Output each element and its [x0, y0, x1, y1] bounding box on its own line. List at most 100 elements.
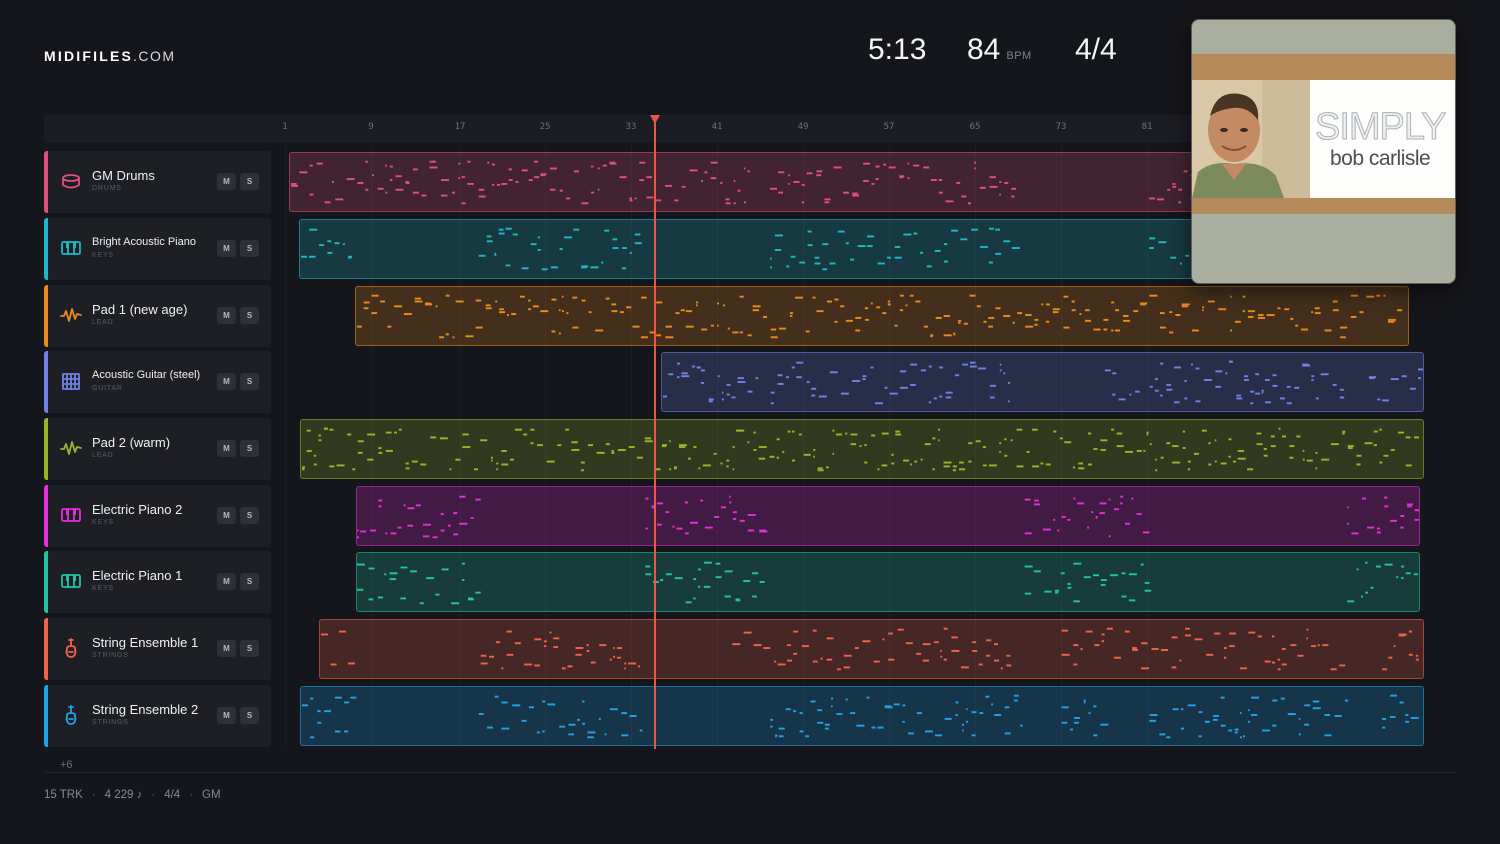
separator-dot: ·: [189, 789, 194, 801]
track-header-7[interactable]: Electric Piano 1 KEYS M S: [44, 551, 271, 613]
midi-clip[interactable]: [300, 686, 1424, 746]
grid-line: [285, 143, 286, 748]
track-category: KEYS: [92, 252, 114, 259]
midi-clip[interactable]: [300, 419, 1424, 479]
violin-icon: [60, 637, 82, 659]
track-header-4[interactable]: Acoustic Guitar (steel) GUITAR M S: [44, 351, 271, 413]
note-pattern: [357, 495, 1419, 539]
track-header-2[interactable]: Bright Acoustic Piano KEYS M S: [44, 218, 271, 280]
track-header-9[interactable]: String Ensemble 2 STRINGS M S: [44, 685, 271, 747]
solo-button[interactable]: S: [240, 373, 259, 390]
solo-button[interactable]: S: [240, 307, 259, 324]
ruler-tick: 9: [368, 122, 374, 132]
midi-clip[interactable]: [319, 619, 1424, 679]
track-header-1[interactable]: GM Drums DRUMS M S: [44, 151, 271, 213]
track-color-bar: [44, 218, 48, 280]
midi-clip[interactable]: [355, 286, 1409, 346]
track-color-bar: [44, 418, 48, 480]
solo-button[interactable]: S: [240, 173, 259, 190]
mute-button[interactable]: M: [217, 640, 236, 657]
track-color-bar: [44, 485, 48, 547]
track-color-bar: [44, 551, 48, 613]
note-count: 4 229 ♪: [104, 789, 143, 801]
ruler-tick: 25: [539, 122, 551, 132]
bpm-display: 84 BPM: [967, 33, 1032, 67]
time-signature-display: 4/4: [1075, 33, 1117, 66]
mute-button[interactable]: M: [217, 507, 236, 524]
track-category: LEAD: [92, 319, 114, 326]
track-name: Bright Acoustic Piano: [92, 236, 196, 248]
ruler-tick: 73: [1055, 122, 1067, 132]
cover-stripe-top: [1192, 54, 1455, 80]
footer-summary: 15 TRK · 4 229 ♪ · 4/4 · GM: [44, 789, 221, 801]
note-pattern: [662, 360, 1423, 405]
track-name: Electric Piano 2: [92, 502, 183, 517]
brand-suffix: .COM: [133, 48, 176, 64]
midi-clip[interactable]: [356, 552, 1420, 612]
track-category: KEYS: [92, 585, 114, 592]
separator-dot: ·: [151, 789, 156, 801]
time-display: 5:13: [868, 33, 927, 66]
track-name: String Ensemble 1: [92, 635, 199, 650]
track-name: Electric Piano 1: [92, 568, 183, 583]
track-name: String Ensemble 2: [92, 702, 199, 717]
solo-button[interactable]: S: [240, 240, 259, 257]
note-pattern: [320, 627, 1419, 671]
album-title-panel: SIMPLY bob carlisle: [1310, 80, 1455, 198]
ruler-tick: 81: [1141, 122, 1153, 132]
guitar-icon: [60, 370, 82, 392]
ruler-tick: 33: [625, 122, 637, 132]
track-header-5[interactable]: Pad 2 (warm) LEAD M S: [44, 418, 271, 480]
solo-button[interactable]: S: [240, 440, 259, 457]
bpm-value: 84: [967, 33, 1001, 66]
piano-icon: [60, 237, 82, 259]
track-color-bar: [44, 685, 48, 747]
album-cover: SIMPLY bob carlisle: [1191, 19, 1456, 284]
track-header-6[interactable]: Electric Piano 2 KEYS M S: [44, 485, 271, 547]
note-pattern: [290, 160, 1239, 205]
mute-button[interactable]: M: [217, 307, 236, 324]
midi-clip[interactable]: [289, 152, 1240, 212]
track-header-8[interactable]: String Ensemble 1 STRINGS M S: [44, 618, 271, 680]
mute-button[interactable]: M: [217, 573, 236, 590]
footer-signature: 4/4: [164, 789, 181, 801]
piano-icon: [60, 570, 82, 592]
track-color-bar: [44, 285, 48, 347]
track-category: DRUMS: [92, 185, 122, 192]
violin-icon: [60, 704, 82, 726]
ruler-tick: 41: [711, 122, 723, 132]
mute-button[interactable]: M: [217, 373, 236, 390]
mute-button[interactable]: M: [217, 173, 236, 190]
separator-dot: ·: [91, 789, 96, 801]
solo-button[interactable]: S: [240, 640, 259, 657]
track-category: GUITAR: [92, 385, 123, 392]
mute-button[interactable]: M: [217, 440, 236, 457]
ruler-tick: 49: [797, 122, 809, 132]
note-pattern: [301, 427, 1420, 472]
note-pattern: [300, 227, 1239, 271]
ruler-tick: 57: [883, 122, 895, 132]
track-count: 15 TRK: [44, 789, 83, 801]
note-pattern: [301, 694, 1419, 739]
mute-button[interactable]: M: [217, 707, 236, 724]
solo-button[interactable]: S: [240, 507, 259, 524]
piano-icon: [60, 504, 82, 526]
artist-photo: [1192, 80, 1310, 198]
wave-icon: [60, 304, 82, 326]
playhead-line[interactable]: [654, 117, 656, 749]
note-pattern: [356, 294, 1403, 339]
solo-button[interactable]: S: [240, 573, 259, 590]
bpm-unit: BPM: [1006, 50, 1032, 62]
solo-button[interactable]: S: [240, 707, 259, 724]
wave-icon: [60, 437, 82, 459]
track-category: STRINGS: [92, 719, 129, 726]
mute-button[interactable]: M: [217, 240, 236, 257]
track-category: LEAD: [92, 452, 114, 459]
more-tracks-indicator[interactable]: +6: [60, 759, 73, 771]
note-pattern: [357, 561, 1418, 605]
midi-clip[interactable]: [299, 219, 1240, 279]
ruler-tick: 1: [282, 122, 288, 132]
track-header-3[interactable]: Pad 1 (new age) LEAD M S: [44, 285, 271, 347]
midi-clip[interactable]: [356, 486, 1420, 546]
midi-clip[interactable]: [661, 352, 1424, 412]
